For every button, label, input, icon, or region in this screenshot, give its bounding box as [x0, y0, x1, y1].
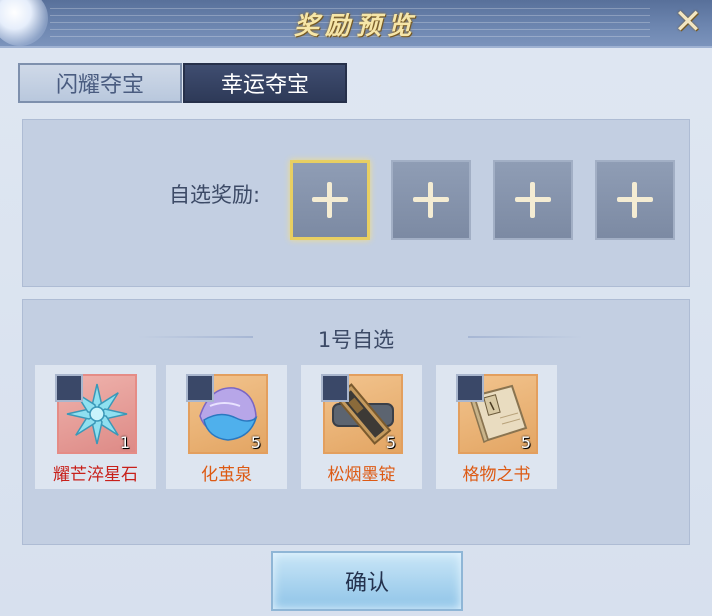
tab-shining-treasure[interactable]: 闪耀夺宝 — [18, 63, 182, 103]
item-name: 松烟墨锭 — [327, 465, 396, 485]
confirm-button[interactable]: 确认 — [271, 551, 463, 611]
reward-slot-1[interactable] — [290, 160, 370, 240]
item-count: 5 — [250, 433, 261, 452]
reward-list-panel: 1号自选 1 耀芒淬星石 5 化茧泉 5 松烟墨锭 5 格物之书 — [22, 299, 690, 545]
item-name: 耀芒淬星石 — [53, 465, 138, 485]
reward-slot-3[interactable] — [493, 160, 573, 240]
item-count: 1 — [119, 433, 130, 452]
title-bar: 奖励预览 ✕ — [0, 0, 712, 48]
item-count: 5 — [385, 433, 396, 452]
reward-item[interactable]: 5 格物之书 — [436, 365, 557, 489]
item-checkbox[interactable] — [55, 374, 83, 402]
item-checkbox[interactable] — [321, 374, 349, 402]
reward-slot-2[interactable] — [391, 160, 471, 240]
item-icon-frame: 5 — [186, 374, 268, 454]
reward-item[interactable]: 5 化茧泉 — [166, 365, 287, 489]
selection-label: 自选奖励: — [169, 183, 261, 207]
plus-icon — [515, 182, 551, 218]
item-name: 格物之书 — [462, 465, 531, 485]
section-title: 1号自选 — [317, 328, 395, 352]
item-icon-frame: 1 — [55, 374, 137, 454]
selection-panel: 自选奖励: — [22, 119, 690, 287]
item-checkbox[interactable] — [186, 374, 214, 402]
item-count: 5 — [520, 433, 531, 452]
plus-icon — [413, 182, 449, 218]
close-icon[interactable]: ✕ — [668, 2, 708, 42]
dialog-title: 奖励预览 — [293, 11, 418, 40]
item-name: 化茧泉 — [201, 465, 252, 485]
reward-item[interactable]: 1 耀芒淬星石 — [35, 365, 156, 489]
item-icon-frame: 5 — [321, 374, 403, 454]
item-checkbox[interactable] — [456, 374, 484, 402]
reward-item[interactable]: 5 松烟墨锭 — [301, 365, 422, 489]
tab-lucky-treasure[interactable]: 幸运夺宝 — [183, 63, 347, 103]
plus-icon — [617, 182, 653, 218]
plus-icon — [312, 182, 348, 218]
item-icon-frame: 5 — [456, 374, 538, 454]
reward-slot-4[interactable] — [595, 160, 675, 240]
